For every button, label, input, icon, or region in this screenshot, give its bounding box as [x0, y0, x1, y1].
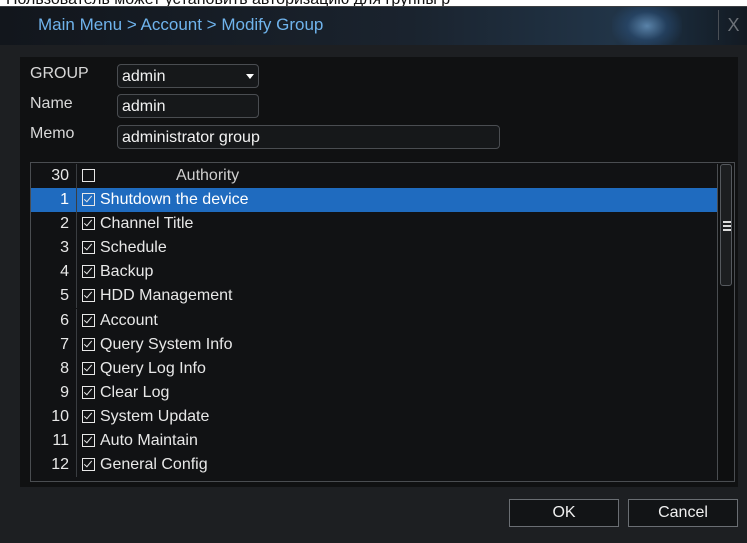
group-select[interactable]: admin [117, 64, 259, 88]
column-divider [76, 164, 77, 188]
authority-checkbox[interactable] [82, 337, 95, 351]
authority-row[interactable]: 5 HDD Management [31, 284, 717, 309]
authority-column-header: Authority [176, 167, 240, 184]
list-scrollbar[interactable] [717, 164, 734, 480]
authority-checkbox[interactable] [82, 313, 95, 327]
authority-checkbox[interactable] [82, 434, 95, 447]
authority-label: Account [100, 311, 158, 329]
row-number: 7 [60, 335, 69, 353]
row-number: 4 [60, 263, 69, 281]
group-select-value: admin [122, 68, 166, 85]
grip-icon [723, 221, 731, 233]
column-divider [76, 429, 77, 453]
authority-checkbox[interactable] [82, 458, 95, 472]
row-number: 10 [51, 407, 69, 425]
memo-field-value: administrator group [122, 129, 260, 146]
authority-row[interactable]: 12 General Config [31, 453, 717, 478]
authority-count: 30 [51, 167, 69, 184]
authority-list-header: 30 Authority [31, 164, 717, 188]
authority-checkbox[interactable] [82, 193, 95, 206]
modify-group-dialog: Main Menu > Account > Modify Group X GRO… [0, 6, 747, 543]
authority-label: Auto Maintain [100, 432, 198, 449]
authority-list[interactable]: 30 Authority 1 Shutdown the device 2 Channe… [30, 162, 735, 482]
row-number: 2 [60, 215, 69, 233]
memo-field[interactable]: administrator group [117, 125, 500, 149]
dialog-title: Main Menu > Account > Modify Group [38, 15, 324, 34]
authority-label: Shutdown the device [100, 191, 249, 208]
authority-label: Schedule [100, 239, 167, 257]
authority-checkbox[interactable] [82, 241, 95, 255]
column-divider [76, 260, 77, 285]
authority-row[interactable]: 11 Auto Maintain [31, 429, 717, 453]
column-divider [76, 188, 77, 212]
row-number: 8 [60, 359, 69, 377]
scrollbar-thumb[interactable] [720, 164, 732, 286]
authority-row[interactable]: 3 Schedule [31, 236, 717, 261]
row-number: 5 [60, 287, 69, 305]
authority-checkbox[interactable] [82, 217, 95, 231]
authority-row[interactable]: 4 Backup [31, 260, 717, 285]
authority-label: Channel Title [100, 215, 194, 233]
name-field-value: admin [122, 98, 166, 115]
row-number: 1 [60, 191, 69, 208]
column-divider [76, 212, 77, 237]
row-number: 6 [60, 311, 69, 329]
select-all-checkbox[interactable] [82, 169, 95, 182]
authority-label: Query Log Info [100, 359, 206, 377]
authority-row[interactable]: 9 Clear Log [31, 380, 717, 405]
row-number: 12 [51, 456, 69, 474]
row-number: 11 [52, 432, 69, 449]
name-field[interactable]: admin [117, 94, 259, 118]
ok-button[interactable]: OK [509, 499, 619, 527]
column-divider [76, 284, 77, 309]
authority-label: System Update [100, 407, 210, 425]
authority-label: Query System Info [100, 335, 233, 353]
column-divider [76, 236, 77, 261]
authority-row[interactable]: 10 System Update [31, 404, 717, 429]
row-number: 9 [60, 383, 69, 401]
title-glow-decoration [612, 7, 682, 45]
column-divider [76, 332, 77, 357]
authority-checkbox[interactable] [82, 385, 95, 399]
memo-label: Memo [30, 125, 75, 142]
column-divider [76, 453, 77, 478]
authority-row[interactable]: 2 Channel Title [31, 212, 717, 237]
column-divider [76, 380, 77, 405]
authority-checkbox[interactable] [82, 361, 95, 375]
authority-checkbox[interactable] [82, 265, 95, 279]
column-divider [76, 404, 77, 429]
authority-row[interactable]: 7 Query System Info [31, 332, 717, 357]
authority-checkbox[interactable] [82, 409, 95, 423]
chevron-down-icon [246, 74, 254, 79]
cancel-button[interactable]: Cancel [628, 499, 738, 527]
column-divider [76, 308, 77, 333]
authority-label: Clear Log [100, 383, 170, 401]
title-bar: Main Menu > Account > Modify Group X [0, 7, 747, 45]
authority-label: HDD Management [100, 287, 233, 305]
authority-label: Backup [100, 263, 154, 281]
screenshot: Пользователь может установить авторизаци… [0, 0, 747, 543]
authority-row[interactable]: 8 Query Log Info [31, 356, 717, 381]
close-button[interactable]: X [718, 10, 747, 40]
row-number: 3 [60, 239, 69, 257]
authority-row[interactable]: 6 Account [31, 308, 717, 333]
name-label: Name [30, 95, 73, 112]
authority-label: General Config [100, 456, 208, 474]
authority-row[interactable]: 1 Shutdown the device [31, 188, 717, 212]
close-icon: X [727, 15, 740, 35]
group-label: GROUP [30, 65, 89, 82]
column-divider [76, 356, 77, 381]
authority-checkbox[interactable] [82, 289, 95, 303]
